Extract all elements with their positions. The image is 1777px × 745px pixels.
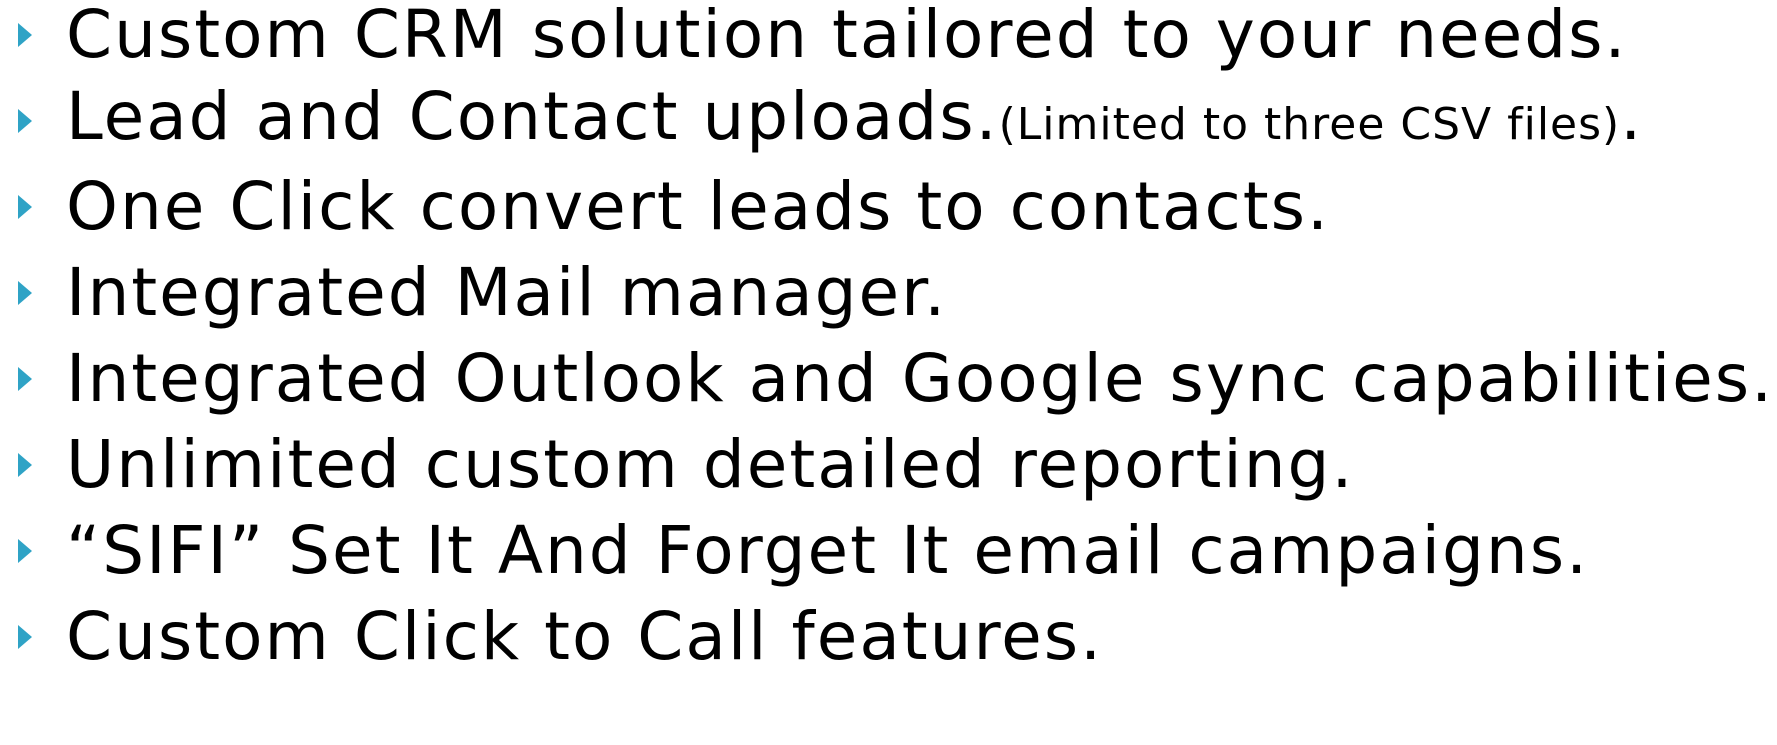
triangle-right-icon xyxy=(18,281,32,305)
bullet-note-text: (Limited to three CSV files) xyxy=(998,99,1621,150)
bullet-item: Integrated Outlook and Google sync capab… xyxy=(0,336,1777,422)
bullet-text: One Click convert leads to contacts. xyxy=(66,168,1330,245)
bullet-text: Integrated Outlook and Google sync capab… xyxy=(66,340,1775,417)
triangle-right-icon xyxy=(18,367,32,391)
bullet-item: Lead and Contact uploads.(Limited to thr… xyxy=(0,78,1777,164)
bullet-item: Custom CRM solution tailored to your nee… xyxy=(0,0,1777,78)
bullet-text: Unlimited custom detailed reporting. xyxy=(66,426,1355,503)
bullet-item: One Click convert leads to contacts. xyxy=(0,164,1777,250)
bullet-item: Integrated Mail manager. xyxy=(0,250,1777,336)
slide: Custom CRM solution tailored to your nee… xyxy=(0,0,1777,745)
bullet-text: Custom CRM solution tailored to your nee… xyxy=(66,0,1628,73)
bullet-text: Custom Click to Call features. xyxy=(66,598,1104,675)
bullet-item: “SIFI” Set It And Forget It email campai… xyxy=(0,508,1777,594)
triangle-right-icon xyxy=(18,539,32,563)
triangle-right-icon xyxy=(18,625,32,649)
bullet-item: Unlimited custom detailed reporting. xyxy=(0,422,1777,508)
bullet-text: Integrated Mail manager. xyxy=(66,254,948,331)
bullet-suffix-text: . xyxy=(1620,78,1644,155)
bullet-text: Lead and Contact uploads.(Limited to thr… xyxy=(66,74,1643,168)
bullet-main-text: Lead and Contact uploads. xyxy=(66,78,999,155)
triangle-right-icon xyxy=(18,195,32,219)
triangle-right-icon xyxy=(18,23,32,47)
bullet-item: Custom Click to Call features. xyxy=(0,594,1777,680)
bullet-text: “SIFI” Set It And Forget It email campai… xyxy=(66,512,1590,589)
triangle-right-icon xyxy=(18,453,32,477)
triangle-right-icon xyxy=(18,109,32,133)
